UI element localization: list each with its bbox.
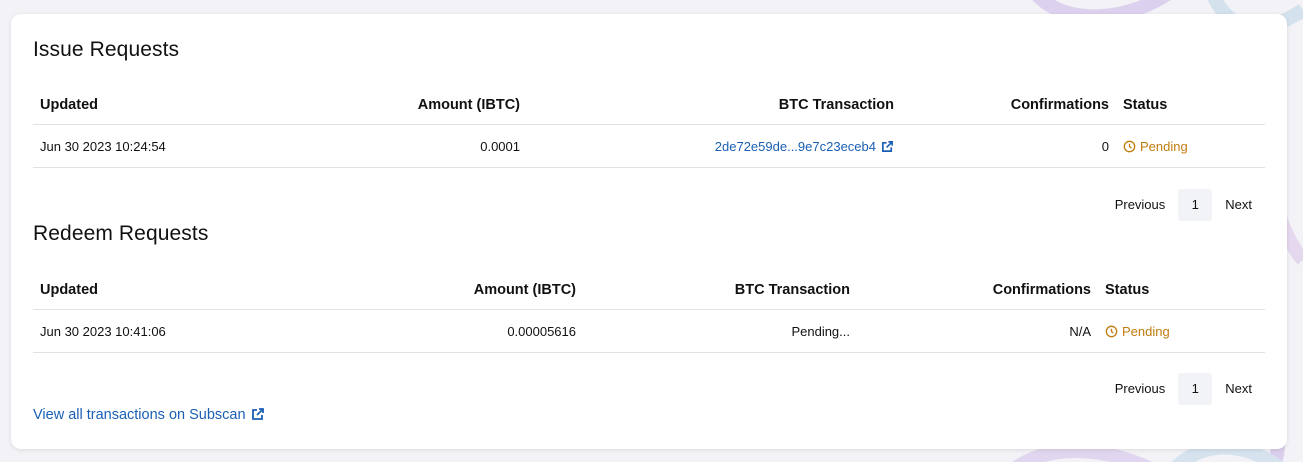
status-badge: Pending: [1105, 324, 1170, 339]
table-header-row: Updated Amount (IBTC) BTC Transaction Co…: [33, 271, 1265, 310]
status-cell: Pending: [1098, 309, 1265, 353]
btc-transaction-link[interactable]: 2de72e59de...9e7c23eceb4: [715, 139, 894, 154]
subscan-link-label: View all transactions on Subscan: [33, 407, 246, 423]
table-header-row: Updated Amount (IBTC) BTC Transaction Co…: [33, 86, 1265, 125]
column-header-updated: Updated: [33, 86, 307, 125]
clock-icon: [1123, 140, 1136, 152]
column-header-status: Status: [1116, 86, 1265, 125]
updated-cell: Jun 30 2023 10:24:54: [33, 124, 307, 168]
previous-page-button[interactable]: Previous: [1102, 373, 1179, 405]
btc-transaction-cell: 2de72e59de...9e7c23eceb4: [527, 124, 901, 168]
column-header-confirmations: Confirmations: [901, 86, 1116, 125]
page-1-button[interactable]: 1: [1178, 373, 1213, 405]
column-header-btc-transaction: BTC Transaction: [527, 86, 901, 125]
status-badge: Pending: [1123, 139, 1188, 154]
redeem-requests-title: Redeem Requests: [33, 222, 209, 245]
clock-icon: [1105, 325, 1118, 337]
table-row[interactable]: Jun 30 2023 10:24:54 0.0001 2de72e59de..…: [33, 124, 1265, 168]
amount-cell: 0.0001: [307, 124, 527, 168]
amount-cell: 0.00005616: [307, 309, 583, 353]
confirmations-cell: N/A: [857, 309, 1098, 353]
column-header-confirmations: Confirmations: [857, 271, 1098, 310]
issue-requests-table: Updated Amount (IBTC) BTC Transaction Co…: [33, 86, 1265, 168]
redeem-pagination: Previous 1 Next: [1102, 373, 1265, 405]
page-1-button[interactable]: 1: [1178, 189, 1213, 221]
btc-transaction-hash: 2de72e59de...9e7c23eceb4: [714, 138, 876, 154]
status-label: Pending: [1140, 138, 1188, 154]
previous-page-button[interactable]: Previous: [1102, 189, 1179, 221]
transactions-card: Issue Requests Updated Amount (IBTC) BTC…: [11, 14, 1287, 449]
next-page-button[interactable]: Next: [1212, 373, 1265, 405]
table-row[interactable]: Jun 30 2023 10:41:06 0.00005616 Pending.…: [33, 309, 1265, 353]
column-header-updated: Updated: [33, 271, 307, 310]
confirmations-cell: 0: [901, 124, 1116, 168]
status-cell: Pending: [1116, 124, 1265, 168]
updated-cell: Jun 30 2023 10:41:06: [33, 309, 307, 353]
issue-pagination: Previous 1 Next: [1102, 189, 1265, 221]
view-all-subscan-link[interactable]: View all transactions on Subscan: [33, 407, 265, 423]
column-header-btc-transaction: BTC Transaction: [583, 271, 857, 310]
external-link-icon: [882, 140, 893, 152]
btc-transaction-cell: Pending...: [583, 309, 857, 353]
column-header-status: Status: [1098, 271, 1265, 310]
column-header-amount: Amount (IBTC): [307, 271, 583, 310]
redeem-requests-table: Updated Amount (IBTC) BTC Transaction Co…: [33, 271, 1265, 353]
status-label: Pending: [1122, 323, 1170, 339]
next-page-button[interactable]: Next: [1212, 189, 1265, 221]
external-link-icon: [251, 408, 264, 420]
issue-requests-title: Issue Requests: [33, 38, 180, 61]
column-header-amount: Amount (IBTC): [307, 86, 527, 125]
